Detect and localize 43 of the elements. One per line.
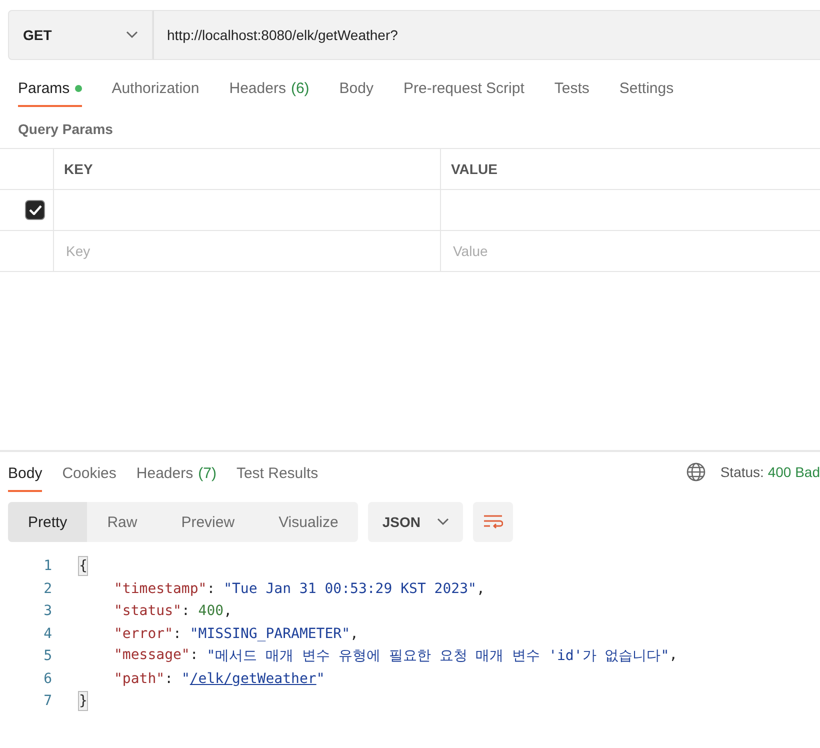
request-tab[interactable]: Headers (6) [229,80,310,107]
globe-icon[interactable] [686,462,706,482]
format-dropdown[interactable]: JSON [368,502,464,542]
request-tab[interactable]: Pre-request Script [404,80,524,107]
response-tab[interactable]: Test Results [236,465,318,492]
line-number: 5 [42,648,52,664]
checkbox[interactable] [25,200,45,220]
code-line: "message": "메서드 매개 변수 유형에 필요한 요청 매개 변수 'id'가 없습니다", [114,647,678,666]
line-number: 4 [42,626,52,642]
column-header: VALUE [440,149,820,190]
view-mode-tab[interactable]: Raw [87,502,158,542]
code-line: "status": 400, [114,603,232,620]
request-tab[interactable]: Params [18,80,82,107]
code-line: "timestamp": "Tue Jan 31 00:53:29 KST 2023", [114,580,485,597]
wrap-lines-button[interactable] [473,502,514,542]
request-tab[interactable]: Settings [619,80,674,107]
check-icon [28,205,42,215]
line-number: 1 [42,558,52,574]
line-number: 3 [42,603,52,620]
line-number: 7 [42,693,52,710]
request-tab[interactable]: Authorization [112,80,200,107]
status-text: Status: 400 Bad [720,464,820,480]
response-tab[interactable]: Headers (7) [136,465,216,492]
value-input[interactable] [440,190,820,231]
wrap-icon [483,514,504,530]
request-tab[interactable]: Tests [554,80,590,107]
key-input[interactable] [53,190,440,231]
line-number: 6 [42,670,52,687]
response-tab[interactable]: Cookies [62,465,116,492]
view-mode-tab[interactable]: Visualize [258,502,358,542]
view-mode-tab[interactable]: Preview [157,502,259,542]
chevron-down-icon [126,31,138,39]
section-title: Query Params [18,121,114,137]
view-mode-tab[interactable]: Pretty [8,502,88,542]
request-tab[interactable]: Body [339,80,374,107]
url-field[interactable]: http://localhost:8080/elk/getWeather? [153,10,820,60]
method-dropdown[interactable]: GET [8,10,153,60]
code-line: "error": "MISSING_PARAMETER", [114,626,358,642]
chevron-down-icon [437,518,450,526]
response-tab[interactable]: Body [8,465,42,492]
column-header: KEY [53,149,440,190]
line-number: 2 [42,580,52,597]
code-line: "path": "/elk/getWeather" [114,670,325,687]
